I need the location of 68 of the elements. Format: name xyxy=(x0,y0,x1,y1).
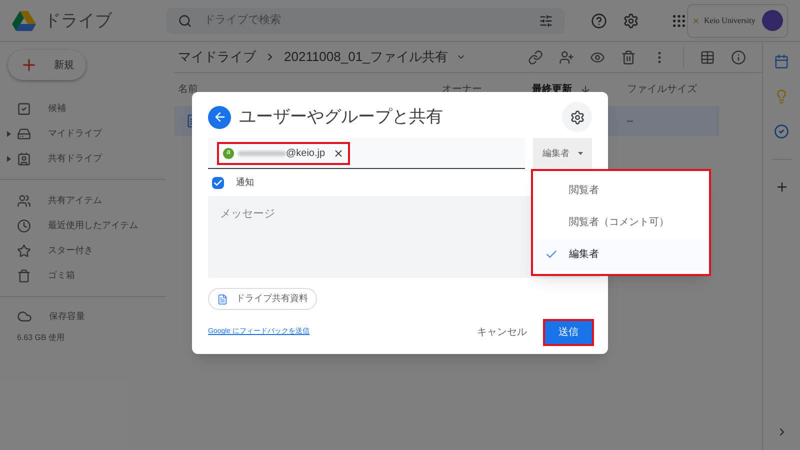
apps-icon[interactable] xyxy=(671,12,687,28)
trash-icon[interactable] xyxy=(621,50,636,64)
app-title: ドライブ xyxy=(44,10,112,32)
blurred-text xyxy=(238,150,286,156)
storage-label[interactable]: 保存容量 xyxy=(49,310,85,324)
sidebar-item[interactable]: ゴミ箱 xyxy=(0,263,166,288)
send-button[interactable]: 送信 xyxy=(545,321,592,344)
eye-icon[interactable] xyxy=(590,50,605,64)
file-size-cell[interactable]: – xyxy=(627,106,719,136)
column-header[interactable]: 名前 xyxy=(178,82,198,97)
check-icon xyxy=(213,178,223,188)
column-header[interactable]: ファイルサイズ xyxy=(627,82,697,97)
org-name: Keio University xyxy=(704,14,756,26)
sidebar-item[interactable]: 最近使用したアイテム xyxy=(0,213,166,238)
role-menu-item[interactable]: 閲覧者（コメント可） xyxy=(533,206,709,238)
sidebar-item[interactable]: 共有アイテム xyxy=(0,188,166,213)
search-field[interactable]: ドライブで検索 xyxy=(166,8,565,34)
plus-icon xyxy=(20,56,38,74)
expand-arrow-icon[interactable] xyxy=(6,130,10,136)
settings-icon[interactable] xyxy=(623,12,639,28)
cancel-button[interactable]: キャンセル xyxy=(469,325,535,340)
cloud-icon xyxy=(17,309,32,324)
hard-drive-icon xyxy=(17,126,31,140)
drive-logo-icon xyxy=(12,10,36,30)
breadcrumb-link[interactable]: マイドライブ xyxy=(178,47,256,67)
sidebar-item[interactable]: マイドライブ xyxy=(0,121,166,146)
new-button[interactable]: 新規 xyxy=(8,50,86,80)
contact-card-icon xyxy=(17,152,31,166)
clock-icon xyxy=(17,218,31,232)
settings-button[interactable] xyxy=(562,102,592,132)
notify-label: 通知 xyxy=(236,176,254,190)
help-icon[interactable] xyxy=(591,12,607,28)
close-icon[interactable] xyxy=(333,148,344,158)
dialog-title: ユーザーやグループと共有 xyxy=(239,106,443,128)
check-circle-icon[interactable] xyxy=(774,124,789,139)
filter-icon[interactable] xyxy=(539,14,553,28)
storage-usage: 6.63 GB 使用 xyxy=(17,332,66,344)
settings-icon xyxy=(570,110,584,124)
notify-checkbox[interactable] xyxy=(212,177,224,189)
org-logo-icon xyxy=(692,16,700,24)
avatar[interactable] xyxy=(762,10,783,31)
back-button[interactable] xyxy=(208,106,231,128)
link-icon[interactable] xyxy=(528,50,543,64)
role-menu-item[interactable]: 編集者 xyxy=(533,238,709,270)
role-menu-item[interactable]: 閲覧者 xyxy=(533,174,709,206)
calendar-icon[interactable] xyxy=(774,54,789,69)
sidebar-item[interactable]: 候補 xyxy=(0,96,166,121)
recipient-email: @keio.jp xyxy=(286,146,326,160)
plus-icon[interactable] xyxy=(774,180,788,194)
sort-arrow-icon[interactable] xyxy=(580,84,591,95)
expand-arrow-icon[interactable] xyxy=(6,156,10,162)
role-dropdown[interactable]: 編集者 xyxy=(533,138,592,169)
person-add-icon[interactable] xyxy=(559,50,574,64)
search-icon xyxy=(178,14,192,28)
sidebar-item[interactable]: スター付き xyxy=(0,238,166,263)
account-chip[interactable]: Keio University xyxy=(687,4,788,38)
checkbox-icon xyxy=(17,102,31,116)
sidebar-item[interactable]: 共有ドライブ xyxy=(0,146,166,171)
info-icon[interactable] xyxy=(731,50,746,64)
breadcrumb-current[interactable]: 20211008_01_ファイル共有 xyxy=(284,47,448,67)
attachment-chip[interactable]: ドライブ共有資料 xyxy=(208,288,317,310)
back-arrow-icon xyxy=(212,110,226,124)
caret-icon xyxy=(578,152,583,155)
grid-icon[interactable] xyxy=(700,50,715,64)
people-icon xyxy=(17,194,31,208)
document-icon xyxy=(217,294,228,304)
trash-icon xyxy=(17,268,31,282)
star-icon xyxy=(17,244,31,258)
